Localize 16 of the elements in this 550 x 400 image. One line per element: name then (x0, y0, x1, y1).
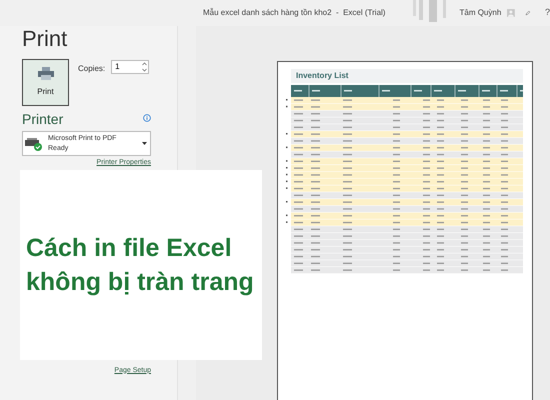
user-name[interactable]: Tâm Quỳnh (459, 7, 502, 19)
copies-spinner[interactable]: 1 (111, 60, 150, 74)
overlay-heading-line: Cách in file Excel (26, 233, 233, 264)
copies-label: Copies: (78, 63, 106, 75)
printer-icon (38, 67, 54, 80)
dropdown-caret-icon (142, 142, 147, 145)
inventory-list-title: Inventory List (296, 70, 348, 82)
window-title: Mẫu excel danh sách hàng tồn kho2 - Excel (Trial) (203, 7, 386, 19)
help-button[interactable]: ? (544, 6, 550, 20)
spinner-arrows-icon[interactable] (142, 62, 148, 72)
printer-heading: Printer (22, 110, 64, 129)
print-heading: Print (22, 26, 68, 52)
printer-ready-icon (25, 136, 43, 150)
info-icon[interactable] (143, 114, 151, 122)
print-button[interactable]: Print (22, 59, 69, 106)
overlay-heading-line: không bị tràn trang (26, 267, 255, 298)
